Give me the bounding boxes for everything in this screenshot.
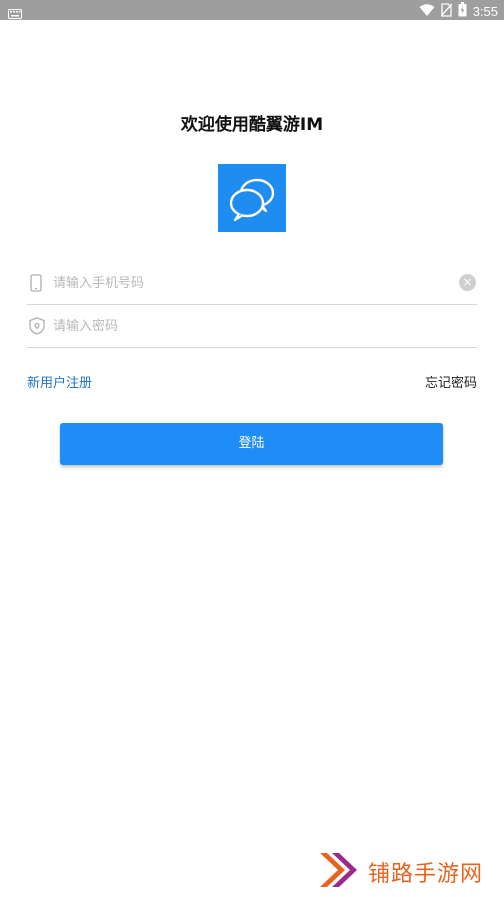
login-button[interactable]: 登陆	[60, 423, 443, 465]
forgot-password-link[interactable]: 忘记密码	[425, 372, 477, 391]
double-chevron-logo-icon	[318, 850, 360, 894]
password-input[interactable]	[53, 315, 443, 337]
status-bar: 3:55	[0, 0, 504, 20]
phone-input[interactable]	[53, 272, 443, 294]
app-logo	[218, 164, 286, 232]
watermark: 铺路手游网	[318, 850, 483, 894]
phone-icon	[29, 274, 43, 296]
clear-icon[interactable]: ×	[459, 274, 476, 291]
keyboard-icon	[8, 4, 22, 23]
chat-bubbles-icon	[229, 178, 275, 222]
page-title: 欢迎使用酷翼游IM	[180, 115, 324, 135]
battery-icon	[458, 2, 467, 21]
password-field	[27, 305, 477, 348]
status-time: 3:55	[472, 4, 498, 19]
register-link[interactable]: 新用户注册	[27, 372, 92, 391]
no-sim-icon	[440, 2, 453, 21]
watermark-text: 铺路手游网	[368, 862, 484, 887]
phone-field: ×	[27, 262, 477, 305]
wifi-icon	[419, 2, 435, 21]
shield-lock-icon	[29, 317, 45, 339]
